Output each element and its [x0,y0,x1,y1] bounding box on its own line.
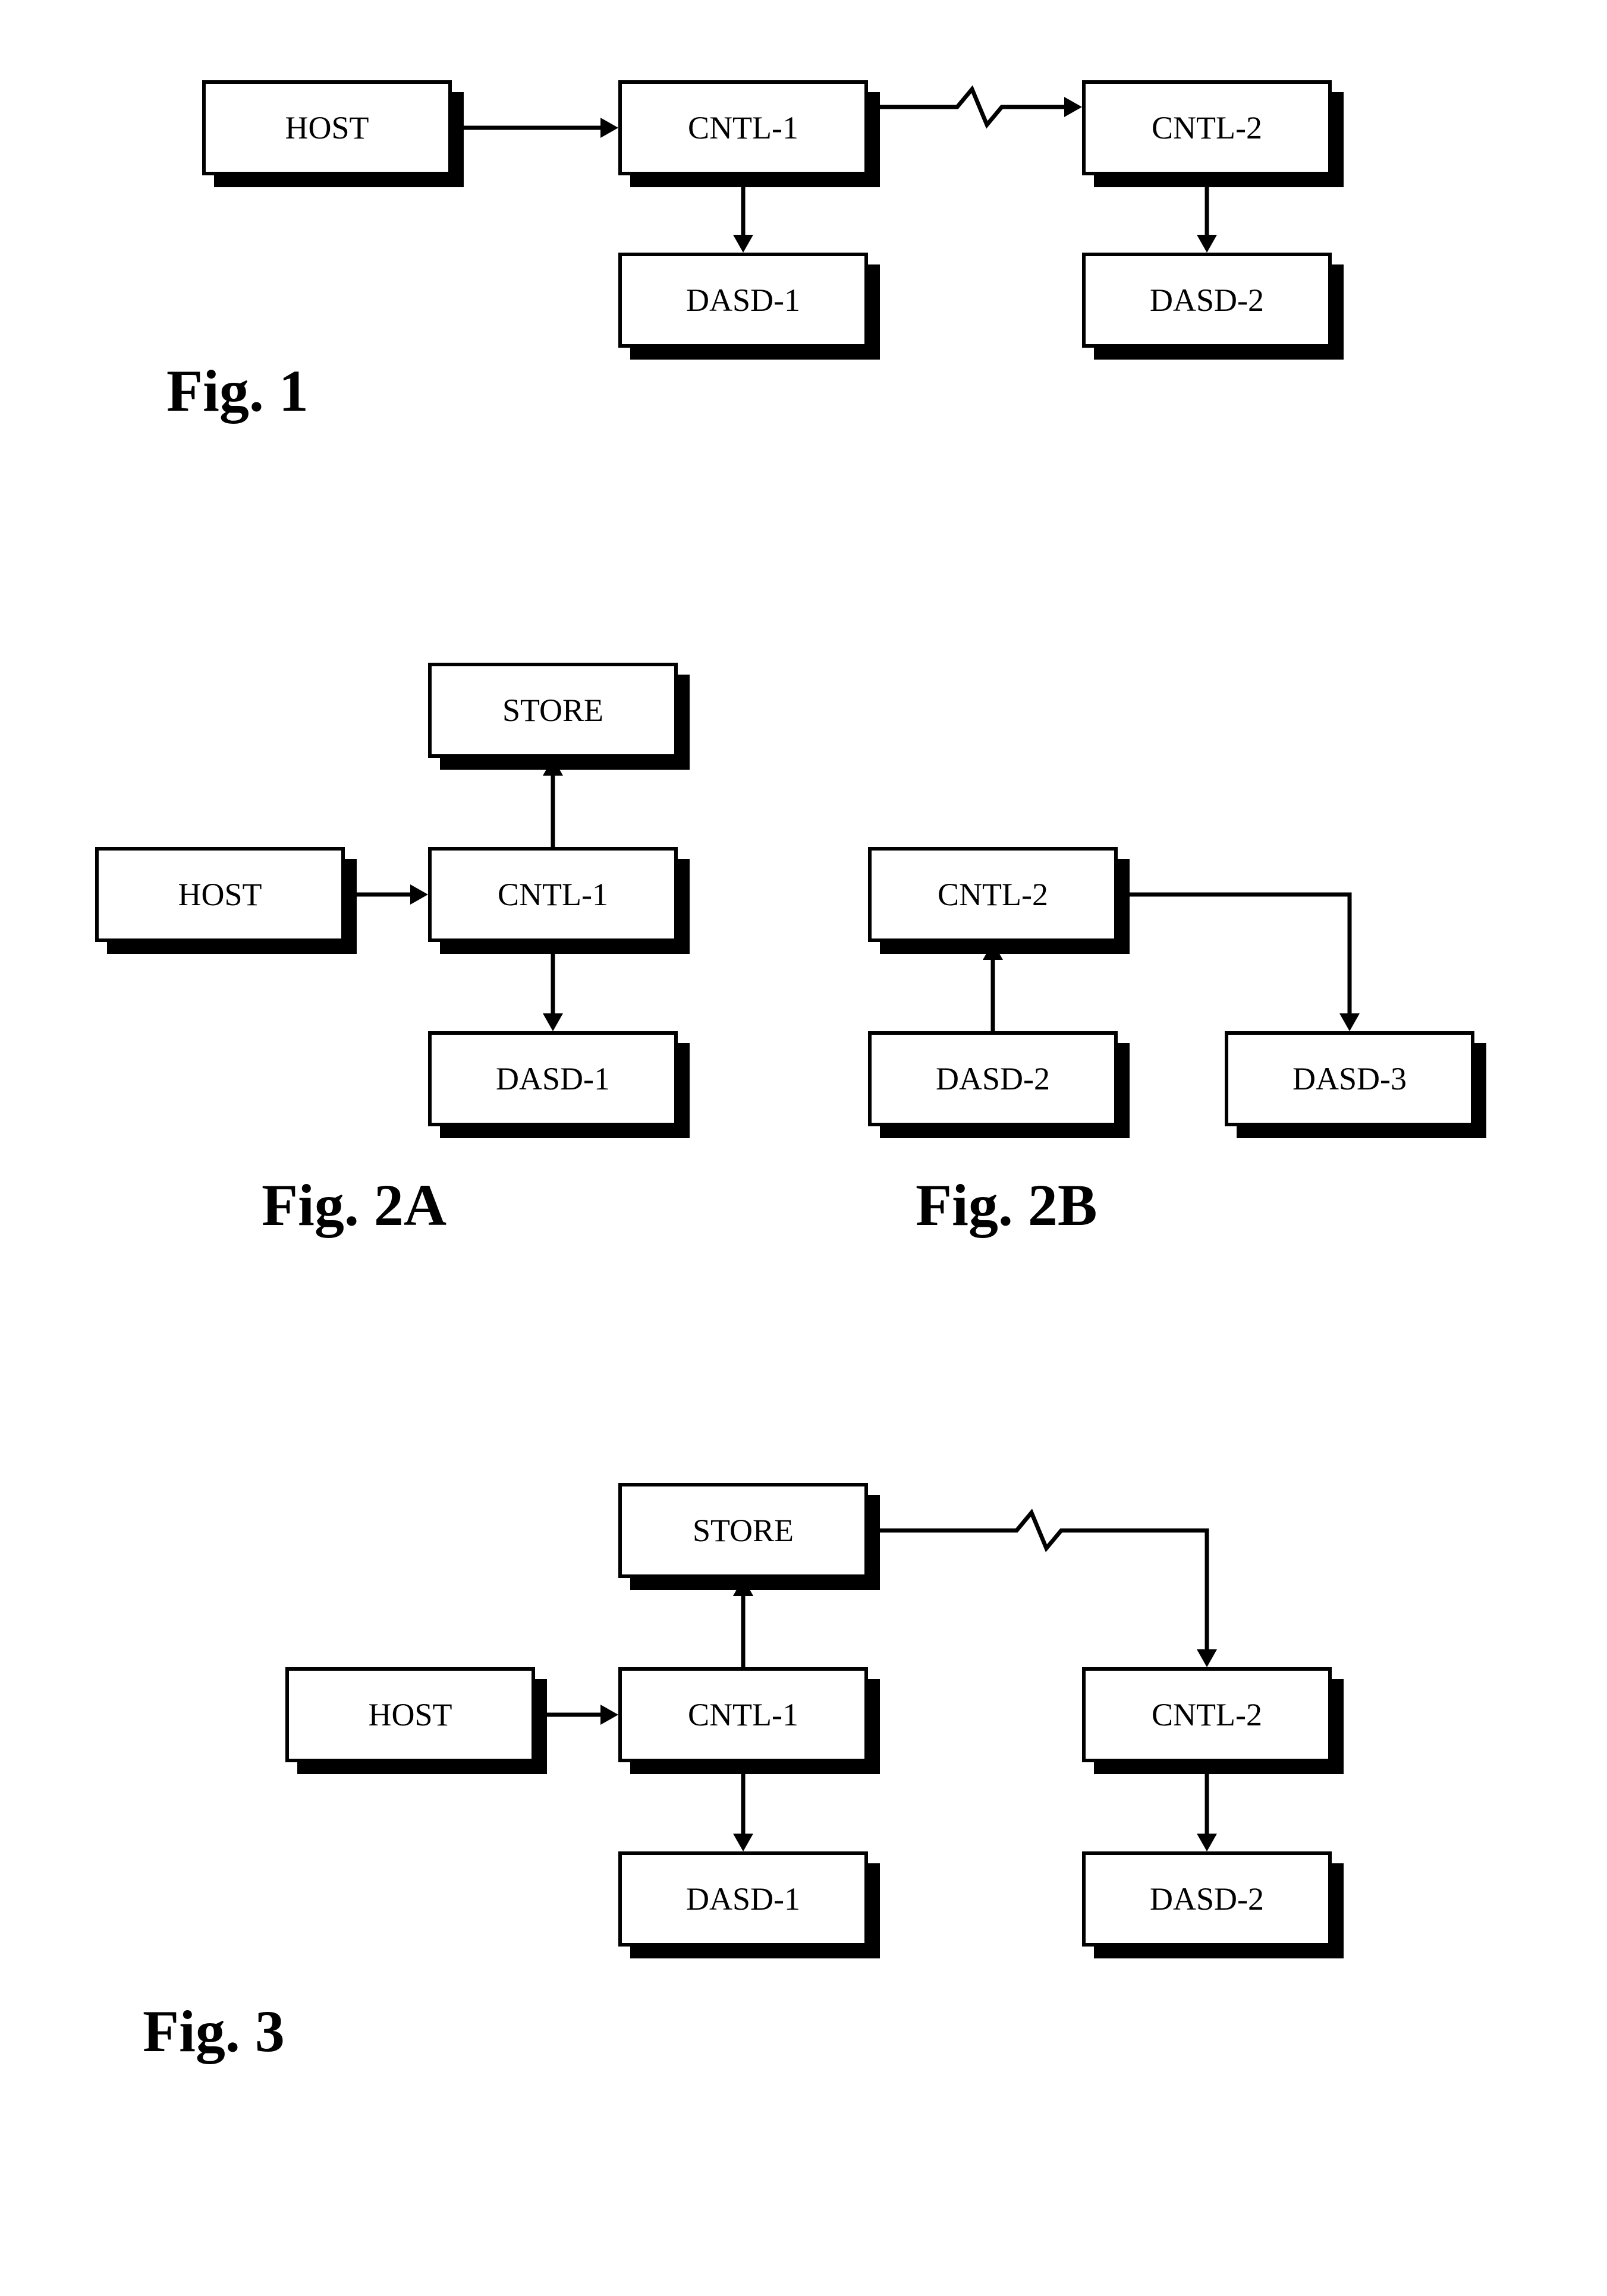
arrow-dasd2-cntl2 [978,942,1008,1031]
arrow-host-cntl1 [452,113,618,143]
label-cntl2: CNTL-2 [1152,1696,1262,1733]
box-cntl2: CNTL-2 [1082,80,1332,175]
arrow-cntl1-store [538,758,568,847]
arrow-cntl2-dasd2 [1192,175,1222,253]
label-store: STORE [502,692,603,729]
caption-fig1: Fig. 1 [166,357,309,425]
label-dasd1: DASD-1 [686,1881,800,1917]
box-dasd2: DASD-2 [868,1031,1118,1126]
label-cntl1: CNTL-1 [688,1696,798,1733]
label-cntl2: CNTL-2 [938,876,1048,913]
label-dasd1: DASD-1 [686,282,800,319]
box-dasd2: DASD-2 [1082,253,1332,348]
arrow-cntl1-dasd1 [728,175,758,253]
page: HOST CNTL-1 CNTL-2 DASD-1 DASD-2 Fig. 1 … [24,24,1607,2272]
label-dasd2: DASD-2 [936,1060,1050,1097]
box-dasd1: DASD-1 [618,253,868,348]
label-dasd2: DASD-2 [1150,1881,1264,1917]
box-host: HOST [202,80,452,175]
arrow-cntl1-store [728,1578,758,1667]
label-dasd2: DASD-2 [1150,282,1264,319]
caption-fig2b: Fig. 2B [916,1171,1097,1239]
box-dasd1: DASD-1 [428,1031,678,1126]
label-dasd1: DASD-1 [496,1060,610,1097]
label-cntl1: CNTL-1 [688,109,798,146]
box-cntl2: CNTL-2 [1082,1667,1332,1762]
arrow-cntl1-cntl2-zigzag [868,89,1082,149]
arrow-cntl2-dasd2 [1192,1762,1222,1851]
label-host: HOST [178,876,262,913]
arrow-cntl1-dasd1 [538,942,568,1031]
arrow-host-cntl1 [345,880,428,909]
caption-fig3: Fig. 3 [143,1997,285,2065]
box-host: HOST [285,1667,535,1762]
label-cntl2: CNTL-2 [1152,109,1262,146]
box-cntl1: CNTL-1 [618,1667,868,1762]
arrow-cntl2-dasd3 [1118,880,1367,1031]
box-dasd2: DASD-2 [1082,1851,1332,1947]
caption-fig2a: Fig. 2A [262,1171,446,1239]
box-cntl2: CNTL-2 [868,847,1118,942]
arrow-cntl1-dasd1 [728,1762,758,1851]
label-host: HOST [285,109,369,146]
box-dasd3: DASD-3 [1225,1031,1474,1126]
box-cntl1: CNTL-1 [428,847,678,942]
arrow-store-cntl2-zigzag [868,1507,1225,1667]
box-store: STORE [428,663,678,758]
arrow-host-cntl1 [535,1700,618,1730]
label-dasd3: DASD-3 [1292,1060,1407,1097]
label-cntl1: CNTL-1 [498,876,608,913]
box-store: STORE [618,1483,868,1578]
box-host: HOST [95,847,345,942]
label-store: STORE [693,1512,794,1549]
box-cntl1: CNTL-1 [618,80,868,175]
label-host: HOST [368,1696,452,1733]
box-dasd1: DASD-1 [618,1851,868,1947]
